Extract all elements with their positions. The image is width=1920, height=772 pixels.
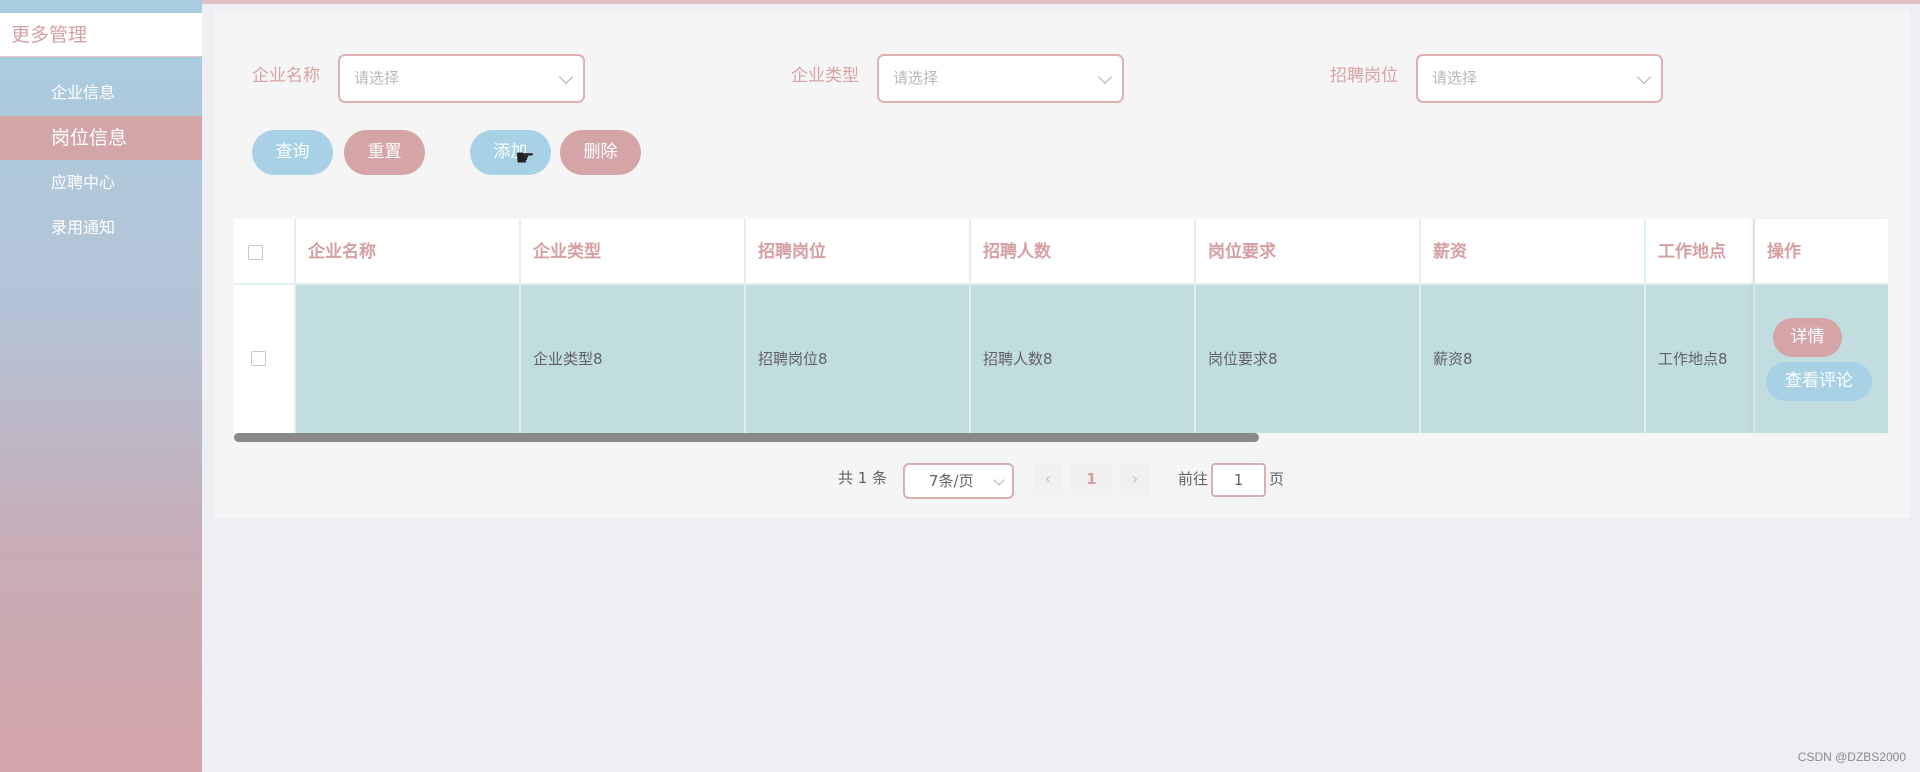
goto-label: 前往: [1178, 470, 1209, 488]
watermark: CSDN @DZBS2000: [1797, 750, 1906, 764]
cell-company-name: [296, 285, 521, 433]
page-suffix-label: 页: [1269, 470, 1285, 488]
row-select-cell: [234, 285, 296, 433]
column-header-requirements[interactable]: 岗位要求: [1196, 219, 1421, 285]
column-header-company-name[interactable]: 企业名称: [296, 219, 521, 285]
cell-headcount: 招聘人数8: [971, 285, 1196, 433]
position-select[interactable]: 请选择: [1416, 54, 1663, 103]
page-size-select[interactable]: 7条/页: [903, 463, 1014, 499]
goto-page-input[interactable]: [1211, 463, 1266, 497]
filter-label-company-name: 企业名称: [252, 66, 320, 86]
chevron-down-icon: [558, 69, 574, 85]
position-select-placeholder: 请选择: [1432, 69, 1478, 87]
select-all-checkbox[interactable]: [248, 245, 263, 260]
row-checkbox[interactable]: [251, 351, 266, 366]
cell-actions: 详情 查看评论: [1755, 285, 1888, 433]
company-name-select[interactable]: 请选择: [338, 54, 585, 103]
chevron-down-icon: [1636, 69, 1652, 85]
sidebar: 更多管理 企业信息 岗位信息 应聘中心 录用通知: [0, 0, 202, 772]
data-table: 企业名称 企业类型 招聘岗位 招聘人数 岗位要求 薪资 工作地点 操作 企业类型…: [234, 219, 1888, 433]
column-header-company-type[interactable]: 企业类型: [521, 219, 746, 285]
pagination-total: 共 1 条: [838, 469, 888, 487]
filter-label-company-type: 企业类型: [791, 66, 859, 86]
company-name-select-placeholder: 请选择: [354, 69, 400, 87]
company-type-select-placeholder: 请选择: [893, 69, 939, 87]
view-comments-button[interactable]: 查看评论: [1766, 362, 1872, 401]
prev-page-button[interactable]: ‹: [1033, 463, 1063, 495]
next-page-button[interactable]: ›: [1120, 463, 1150, 495]
sidebar-item-position-info[interactable]: 岗位信息: [0, 116, 202, 160]
page-number-current[interactable]: 1: [1071, 463, 1112, 495]
sidebar-item-hire-notice[interactable]: 录用通知: [0, 206, 202, 250]
company-type-select[interactable]: 请选择: [877, 54, 1124, 103]
detail-button[interactable]: 详情: [1773, 318, 1842, 357]
sidebar-top-strip: [0, 0, 202, 13]
cell-requirements: 岗位要求8: [1196, 285, 1421, 433]
cell-company-type: 企业类型8: [521, 285, 746, 433]
sidebar-item-company-info[interactable]: 企业信息: [0, 71, 202, 115]
hand-cursor-icon: ☛: [515, 146, 535, 171]
cell-position: 招聘岗位8: [746, 285, 971, 433]
column-header-location[interactable]: 工作地点: [1646, 219, 1755, 285]
add-button[interactable]: 添加: [470, 130, 551, 175]
table-horizontal-scrollbar[interactable]: [234, 433, 1259, 442]
column-header-salary[interactable]: 薪资: [1421, 219, 1646, 285]
filter-label-position: 招聘岗位: [1330, 66, 1398, 86]
sidebar-header[interactable]: 更多管理: [0, 13, 202, 57]
cell-salary: 薪资8: [1421, 285, 1646, 433]
chevron-down-icon: [993, 474, 1005, 486]
header-select-cell: [234, 219, 296, 285]
reset-button[interactable]: 重置: [344, 130, 425, 175]
chevron-down-icon: [1097, 69, 1113, 85]
top-accent-line: [202, 0, 1920, 4]
cell-location: 工作地点8: [1646, 285, 1755, 433]
column-header-actions: 操作: [1755, 219, 1888, 285]
sidebar-item-application-center[interactable]: 应聘中心: [0, 161, 202, 205]
page-size-value: 7条/页: [929, 472, 974, 490]
column-header-headcount[interactable]: 招聘人数: [971, 219, 1196, 285]
search-button[interactable]: 查询: [252, 130, 333, 175]
delete-button[interactable]: 删除: [560, 130, 641, 175]
column-header-position[interactable]: 招聘岗位: [746, 219, 971, 285]
